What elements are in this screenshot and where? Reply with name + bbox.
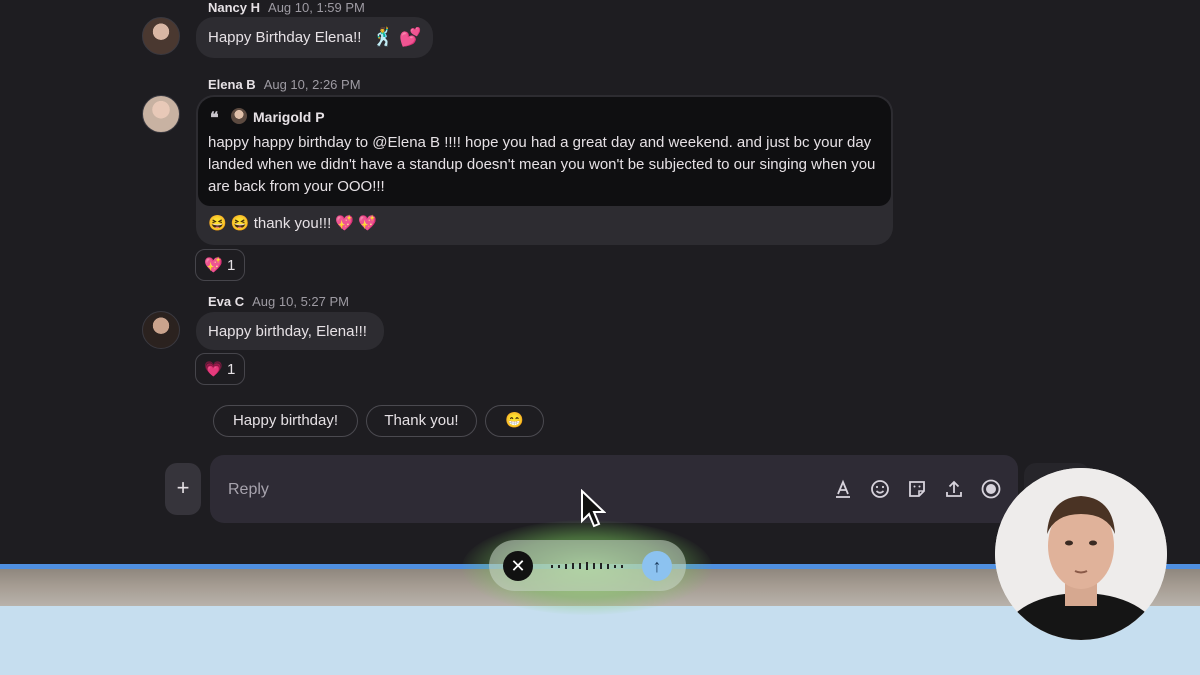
author-name[interactable]: Eva C (208, 294, 244, 309)
timestamp: Aug 10, 5:27 PM (252, 294, 349, 309)
voice-recorder: ✕ ↑ (489, 540, 686, 591)
reaction-emoji: 💗 (204, 361, 223, 378)
mouse-cursor-icon (581, 489, 606, 528)
message-header: Elena B Aug 10, 2:26 PM (208, 77, 361, 92)
timestamp: Aug 10, 2:26 PM (263, 77, 361, 92)
message-bubble[interactable]: Happy Birthday Elena!! 🕺 💕 (196, 17, 433, 58)
message-bubble[interactable]: Happy birthday, Elena!!! (196, 312, 384, 350)
quoted-message[interactable]: ❝ Marigold P happy happy birthday to @El… (198, 97, 891, 206)
author-name[interactable]: Nancy H (208, 0, 260, 15)
timestamp: Aug 10, 1:59 PM (268, 0, 365, 15)
reply-input[interactable] (226, 475, 790, 505)
quote-author: Marigold P (253, 109, 325, 125)
send-arrow-icon[interactable]: ↑ (642, 551, 672, 581)
message-header: Nancy H Aug 10, 1:59 PM (208, 0, 365, 15)
smart-reply-chip[interactable]: Happy birthday! (213, 405, 358, 437)
smart-reply-chip[interactable]: 😁 (485, 405, 544, 437)
reaction-chip[interactable]: 💗 1 (195, 353, 245, 385)
presenter-video (995, 468, 1167, 640)
sticker-icon[interactable] (906, 478, 928, 500)
reaction-emoji: 💖 (204, 257, 223, 274)
smart-reply-chip[interactable]: Thank you! (366, 405, 477, 437)
quote-icon: ❝ (210, 110, 219, 127)
emoji-icon[interactable] (869, 478, 891, 500)
quote-text: happy happy birthday to @Elena B !!!! ho… (208, 134, 876, 195)
desktop-sky (0, 606, 1200, 675)
reaction-count: 1 (227, 257, 236, 274)
close-icon[interactable]: ✕ (503, 551, 533, 581)
reaction-chip[interactable]: 💖 1 (195, 249, 245, 281)
author-name[interactable]: Elena B (208, 77, 256, 92)
message-emojis: 🕺 💕 (372, 27, 422, 47)
text-format-icon[interactable] (832, 478, 854, 500)
message-header: Eva C Aug 10, 5:27 PM (208, 294, 349, 309)
message-text: Happy Birthday Elena!! (208, 29, 362, 46)
avatar-nancy[interactable] (142, 17, 180, 55)
message-text: 😆 😆 thank you!!! 💖 💖 (208, 215, 377, 232)
avatar-eva[interactable] (142, 311, 180, 349)
webcam-overlay (995, 468, 1167, 640)
quote-avatar (231, 108, 247, 124)
waveform-icon (551, 562, 623, 570)
message-text: Happy birthday, Elena!!! (208, 323, 367, 340)
reaction-count: 1 (227, 361, 236, 378)
message-bubble[interactable]: ❝ Marigold P happy happy birthday to @El… (196, 95, 893, 245)
chat-pane: Nancy H Aug 10, 1:59 PM Happy Birthday El… (0, 0, 1200, 566)
reply-composer (210, 455, 1018, 523)
avatar-elena[interactable] (142, 95, 180, 133)
add-attachment-button[interactable]: + (165, 463, 201, 515)
record-icon[interactable] (980, 478, 1002, 500)
upload-icon[interactable] (943, 478, 965, 500)
